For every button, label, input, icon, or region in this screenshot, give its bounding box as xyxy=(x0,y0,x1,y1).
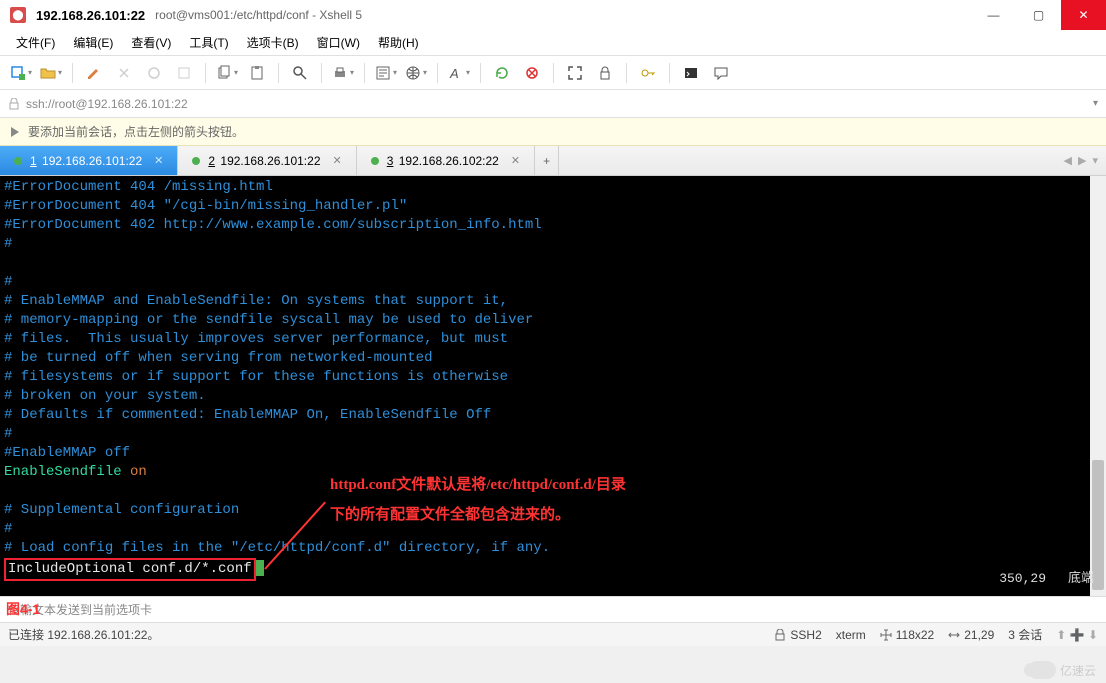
tab-label: 192.168.26.101:22 xyxy=(42,154,142,168)
separator xyxy=(72,63,73,83)
menu-tools[interactable]: 工具(T) xyxy=(185,32,232,53)
menu-tabs[interactable]: 选项卡(B) xyxy=(243,32,303,53)
tab-label: 192.168.26.102:22 xyxy=(399,154,499,168)
watermark-text: 亿速云 xyxy=(1060,662,1096,679)
title-ip: 192.168.26.101:22 xyxy=(36,8,145,23)
tab-prev-icon[interactable]: ◀ xyxy=(1064,154,1072,167)
keys-button[interactable] xyxy=(635,60,661,86)
arrow-icon[interactable] xyxy=(8,125,22,139)
status-protocol: SSH2 xyxy=(774,628,821,642)
separator xyxy=(480,63,481,83)
print-button[interactable] xyxy=(330,60,356,86)
separator xyxy=(364,63,365,83)
toolbar: A xyxy=(0,56,1106,90)
tab-number: 1 xyxy=(30,154,37,168)
status-term: xterm xyxy=(836,628,866,642)
address-expand-icon[interactable]: ▾ xyxy=(1093,98,1098,109)
separator xyxy=(437,63,438,83)
new-session-button[interactable] xyxy=(8,60,34,86)
copy-button[interactable] xyxy=(214,60,240,86)
separator xyxy=(626,63,627,83)
status-cursor: 21,29 xyxy=(948,628,994,642)
resize-icon xyxy=(880,629,892,641)
paste-button[interactable] xyxy=(244,60,270,86)
tab-number: 2 xyxy=(208,154,215,168)
status-dot-icon xyxy=(371,157,379,165)
tab-number: 3 xyxy=(387,154,394,168)
disconnect-button[interactable] xyxy=(171,60,197,86)
tab-nav: ◀ ▶ ▾ xyxy=(1056,146,1106,175)
address-url[interactable]: ssh://root@192.168.26.101:22 xyxy=(26,97,188,111)
tabbar: 1 192.168.26.101:22 ✕ 2 192.168.26.101:2… xyxy=(0,146,1106,176)
lock-button[interactable] xyxy=(592,60,618,86)
compose-input[interactable]: 传输文本发送到当前选项卡 图4-1 xyxy=(0,596,1106,622)
minimize-button[interactable]: — xyxy=(971,0,1016,30)
tab-3[interactable]: 3 192.168.26.102:22 ✕ xyxy=(357,146,535,175)
separator xyxy=(553,63,554,83)
close-button[interactable]: ✕ xyxy=(1061,0,1106,30)
scrollbar[interactable] xyxy=(1090,176,1106,596)
lock-icon xyxy=(774,629,786,641)
infobar: 要添加当前会话，点击左侧的箭头按钮。 xyxy=(0,118,1106,146)
language-button[interactable] xyxy=(403,60,429,86)
tab-2[interactable]: 2 192.168.26.101:22 ✕ xyxy=(178,146,356,175)
app-icon: ⬤ xyxy=(10,7,26,23)
status-size: 118x22 xyxy=(880,628,934,642)
separator xyxy=(669,63,670,83)
statusbar: 已连接 192.168.26.101:22。 SSH2 xterm 118x22… xyxy=(0,622,1106,646)
edit-button[interactable] xyxy=(81,60,107,86)
tab-menu-icon[interactable]: ▾ xyxy=(1092,154,1098,167)
reconnect-button[interactable] xyxy=(141,60,167,86)
properties-button[interactable] xyxy=(373,60,399,86)
fullscreen-button[interactable] xyxy=(562,60,588,86)
chat-button[interactable] xyxy=(708,60,734,86)
menubar: 文件(F) 编辑(E) 查看(V) 工具(T) 选项卡(B) 窗口(W) 帮助(… xyxy=(0,30,1106,56)
tab-1[interactable]: 1 192.168.26.101:22 ✕ xyxy=(0,146,178,175)
find-button[interactable] xyxy=(287,60,313,86)
cloud-icon xyxy=(1028,661,1056,679)
status-connection: 已连接 192.168.26.101:22。 xyxy=(8,626,159,643)
tab-next-icon[interactable]: ▶ xyxy=(1078,154,1086,167)
connect-button[interactable] xyxy=(111,60,137,86)
terminal-button[interactable] xyxy=(678,60,704,86)
font-button[interactable]: A xyxy=(446,60,472,86)
status-nav[interactable]: ⬆ ➕ ⬇ xyxy=(1056,628,1098,642)
lock-icon xyxy=(8,98,20,110)
menu-window[interactable]: 窗口(W) xyxy=(313,32,364,53)
status-dot-icon xyxy=(192,157,200,165)
separator xyxy=(278,63,279,83)
separator xyxy=(321,63,322,83)
window-controls: — ▢ ✕ xyxy=(971,0,1106,30)
maximize-button[interactable]: ▢ xyxy=(1016,0,1061,30)
tab-close-icon[interactable]: ✕ xyxy=(511,154,520,167)
menu-help[interactable]: 帮助(H) xyxy=(374,32,423,53)
menu-edit[interactable]: 编辑(E) xyxy=(69,32,117,53)
menu-view[interactable]: 查看(V) xyxy=(127,32,175,53)
addressbar: ssh://root@192.168.26.101:22 ▾ xyxy=(0,90,1106,118)
tab-close-icon[interactable]: ✕ xyxy=(333,154,342,167)
infobar-text: 要添加当前会话，点击左侧的箭头按钮。 xyxy=(28,123,244,140)
terminal[interactable]: #ErrorDocument 404 /missing.html#ErrorDo… xyxy=(0,176,1106,596)
cursor-pos-icon xyxy=(948,629,960,641)
bookmark-button[interactable] xyxy=(519,60,545,86)
open-button[interactable] xyxy=(38,60,64,86)
watermark: 亿速云 xyxy=(1028,661,1096,679)
add-tab-button[interactable]: + xyxy=(535,146,559,175)
titlebar: ⬤ 192.168.26.101:22 root@vms001:/etc/htt… xyxy=(0,0,1106,30)
refresh-button[interactable] xyxy=(489,60,515,86)
title-path: root@vms001:/etc/httpd/conf - Xshell 5 xyxy=(155,8,362,22)
menu-file[interactable]: 文件(F) xyxy=(12,32,59,53)
separator xyxy=(205,63,206,83)
status-dot-icon xyxy=(14,157,22,165)
tab-label: 192.168.26.101:22 xyxy=(220,154,320,168)
svg-text:A: A xyxy=(449,66,459,81)
status-sessions: 3 会话 xyxy=(1008,626,1042,643)
tab-close-icon[interactable]: ✕ xyxy=(154,154,163,167)
